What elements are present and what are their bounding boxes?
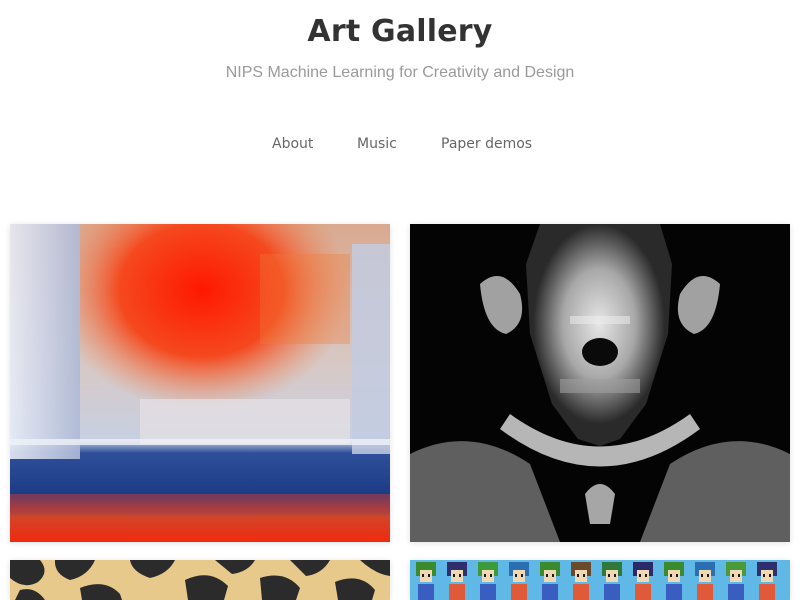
art-gallery-grid (0, 0, 800, 600)
artwork-tile-pixel-characters[interactable] (410, 560, 790, 600)
abstract-painting-image (10, 224, 390, 542)
monochrome-face-image (410, 224, 790, 542)
artwork-tile-abstract[interactable] (10, 224, 390, 542)
camouflage-pattern-image (10, 560, 390, 600)
artwork-tile-face[interactable] (410, 224, 790, 542)
artwork-tile-camouflage[interactable] (10, 560, 390, 600)
pixel-characters-image (410, 560, 790, 600)
